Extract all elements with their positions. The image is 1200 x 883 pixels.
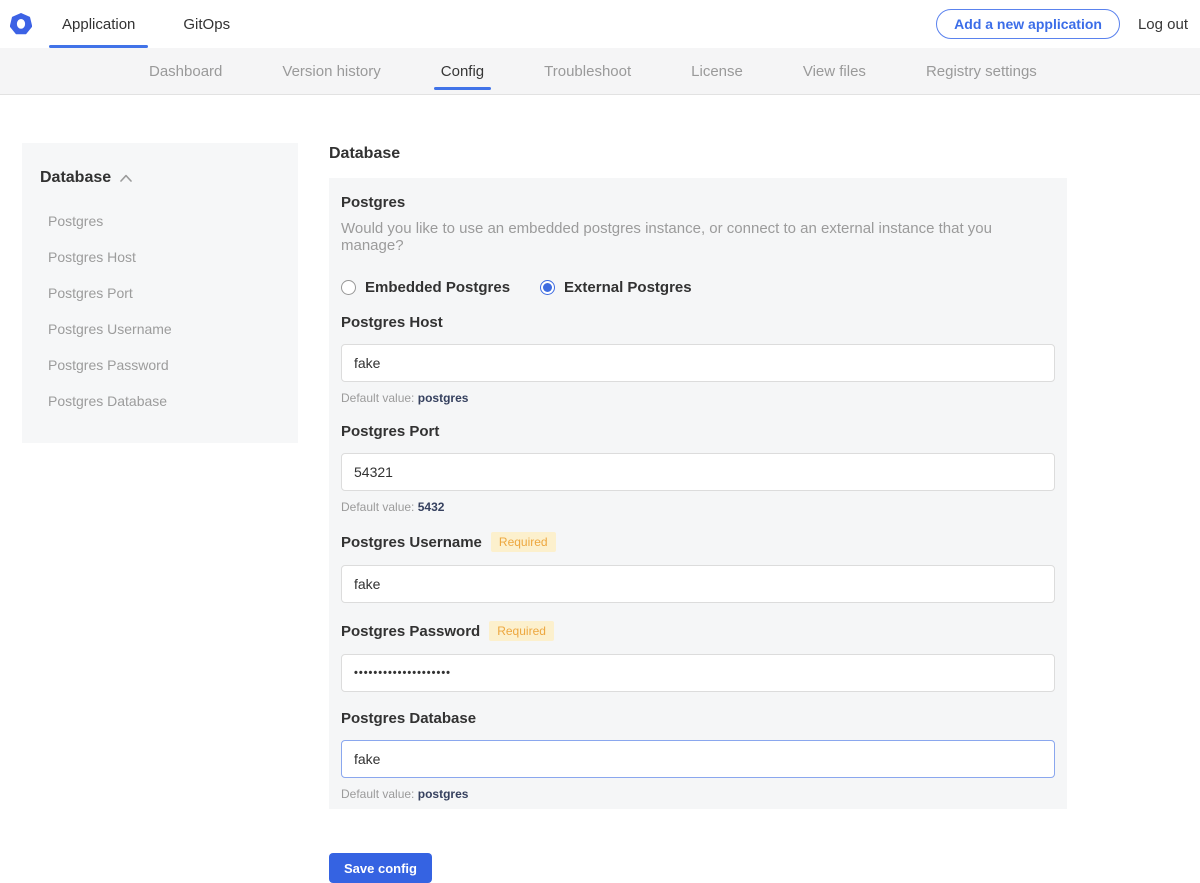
- radio-circle-selected-icon: [540, 280, 555, 295]
- postgres-username-input[interactable]: [341, 565, 1055, 603]
- logout-link[interactable]: Log out: [1138, 16, 1188, 33]
- postgres-port-input[interactable]: [341, 453, 1055, 491]
- required-badge: Required: [491, 532, 556, 552]
- default-label-text: Default value:: [341, 787, 414, 801]
- tab-gitops-label: GitOps: [183, 16, 230, 33]
- app-logo-icon: [10, 13, 32, 35]
- field-label-postgres-port: Postgres Port: [341, 423, 1055, 440]
- field-postgres-username: Postgres Username Required: [341, 532, 1055, 603]
- config-page: Database Postgres Postgres Host Postgres…: [0, 95, 1200, 883]
- field-label-postgres-database: Postgres Database: [341, 710, 1055, 727]
- field-postgres-host: Postgres Host Default value: postgres: [341, 314, 1055, 405]
- group-help-text: Would you like to use an embedded postgr…: [341, 220, 1055, 254]
- postgres-database-input[interactable]: [341, 740, 1055, 778]
- default-label-text: Default value:: [341, 500, 414, 514]
- subnav-tab-registry-settings[interactable]: Registry settings: [926, 48, 1037, 94]
- tab-gitops[interactable]: GitOps: [170, 0, 243, 48]
- topbar-actions: Add a new application Log out: [936, 9, 1200, 39]
- default-value-text: 5432: [418, 500, 445, 514]
- field-postgres-database: Postgres Database Default value: postgre…: [341, 710, 1055, 801]
- default-value-hint: Default value: postgres: [341, 391, 1055, 405]
- radio-external-label: External Postgres: [564, 279, 692, 296]
- chevron-up-icon: [120, 174, 132, 182]
- sidebar-item-postgres-password[interactable]: Postgres Password: [40, 347, 278, 383]
- field-label-text: Postgres Host: [341, 314, 443, 331]
- field-postgres-port: Postgres Port Default value: 5432: [341, 423, 1055, 514]
- subnav-tab-config[interactable]: Config: [441, 48, 484, 94]
- subnav-tab-version-history[interactable]: Version history: [282, 48, 380, 94]
- default-value-hint: Default value: postgres: [341, 787, 1055, 801]
- field-label-text: Postgres Database: [341, 710, 476, 727]
- default-label-text: Default value:: [341, 391, 414, 405]
- default-value-text: postgres: [418, 391, 469, 405]
- radio-embedded-label: Embedded Postgres: [365, 279, 510, 296]
- radio-circle-icon: [341, 280, 356, 295]
- primary-nav: Application GitOps: [49, 0, 243, 48]
- field-label-text: Postgres Username: [341, 534, 482, 551]
- sidebar-group-database[interactable]: Database: [40, 169, 278, 187]
- subnav-tab-troubleshoot[interactable]: Troubleshoot: [544, 48, 631, 94]
- save-config-button[interactable]: Save config: [329, 853, 432, 883]
- top-app-bar: Application GitOps Add a new application…: [0, 0, 1200, 48]
- add-application-button[interactable]: Add a new application: [936, 9, 1120, 39]
- database-config-panel: Postgres Would you like to use an embedd…: [329, 178, 1067, 809]
- field-label-text: Postgres Port: [341, 423, 439, 440]
- section-heading-database: Database: [329, 145, 1067, 163]
- radio-external-postgres[interactable]: External Postgres: [540, 279, 692, 296]
- group-title-postgres: Postgres: [341, 194, 1055, 211]
- sidebar-item-postgres[interactable]: Postgres: [40, 203, 278, 239]
- postgres-host-input[interactable]: [341, 344, 1055, 382]
- config-sidebar: Database Postgres Postgres Host Postgres…: [22, 143, 298, 443]
- required-badge: Required: [489, 621, 554, 641]
- postgres-mode-radios: Embedded Postgres External Postgres: [341, 279, 1055, 296]
- sidebar-item-postgres-database[interactable]: Postgres Database: [40, 383, 278, 419]
- tab-application[interactable]: Application: [49, 0, 148, 48]
- sidebar-item-postgres-port[interactable]: Postgres Port: [40, 275, 278, 311]
- sidebar-group-label: Database: [40, 169, 111, 187]
- subnav-tab-view-files[interactable]: View files: [803, 48, 866, 94]
- default-value-hint: Default value: 5432: [341, 500, 1055, 514]
- radio-embedded-postgres[interactable]: Embedded Postgres: [341, 279, 510, 296]
- field-postgres-password: Postgres Password Required: [341, 621, 1055, 692]
- field-label-postgres-host: Postgres Host: [341, 314, 1055, 331]
- field-label-text: Postgres Password: [341, 623, 480, 640]
- app-subnav: Dashboard Version history Config Trouble…: [0, 48, 1200, 95]
- postgres-password-input[interactable]: [341, 654, 1055, 692]
- default-value-text: postgres: [418, 787, 469, 801]
- subnav-tab-dashboard[interactable]: Dashboard: [149, 48, 222, 94]
- sidebar-item-postgres-username[interactable]: Postgres Username: [40, 311, 278, 347]
- tab-application-label: Application: [62, 16, 135, 33]
- field-label-postgres-password: Postgres Password Required: [341, 621, 1055, 641]
- field-label-postgres-username: Postgres Username Required: [341, 532, 1055, 552]
- config-main: Database Postgres Would you like to use …: [329, 143, 1067, 883]
- sidebar-item-postgres-host[interactable]: Postgres Host: [40, 239, 278, 275]
- subnav-tab-license[interactable]: License: [691, 48, 743, 94]
